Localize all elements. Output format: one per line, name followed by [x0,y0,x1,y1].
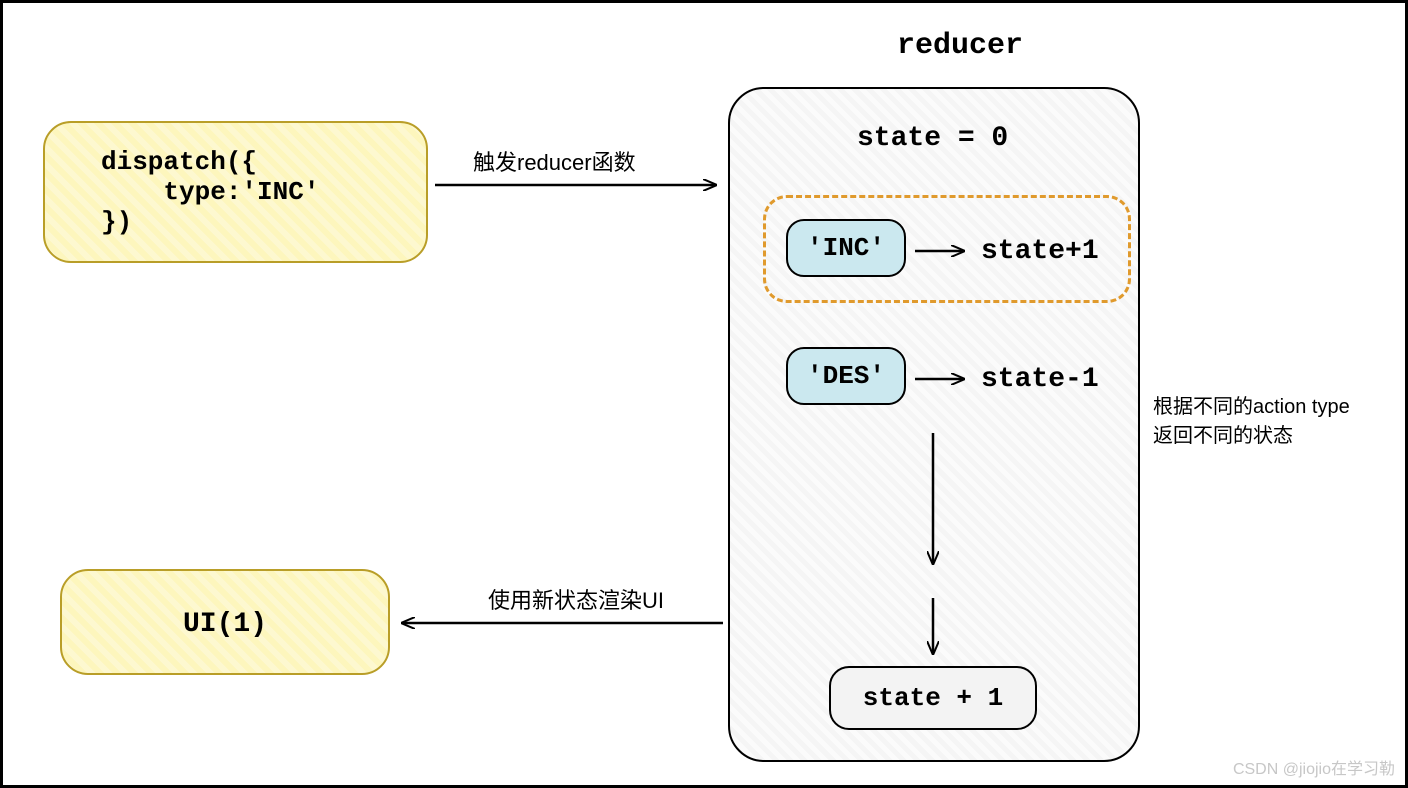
case-inc-pill: 'INC' [786,219,906,277]
ui-box: UI(1) [60,569,390,675]
watermark: CSDN @jiojio在学习勒 [1233,755,1395,779]
dispatch-box: dispatch({ type:'INC' }) [43,121,428,263]
case-inc-label: 'INC' [807,233,885,263]
dispatch-code: dispatch({ type:'INC' }) [101,147,319,237]
case-des-pill: 'DES' [786,347,906,405]
final-state-box: state + 1 [829,666,1037,730]
case-inc-result: state+1 [981,236,1099,267]
render-ui-label: 使用新状态渲染UI [488,583,664,615]
diagram-canvas: dispatch({ type:'INC' }) UI(1) reducer s… [0,0,1408,788]
ui-label: UI(1) [183,609,267,640]
reducer-box [728,87,1140,762]
trigger-reducer-label: 触发reducer函数 [473,145,636,177]
case-des-label: 'DES' [807,361,885,391]
side-note: 根据不同的action type 返回不同的状态 [1153,393,1350,451]
reducer-title: reducer [897,29,1023,63]
final-state-label: state + 1 [863,683,1003,713]
state-initial: state = 0 [857,123,1008,154]
case-des-result: state-1 [981,364,1099,395]
